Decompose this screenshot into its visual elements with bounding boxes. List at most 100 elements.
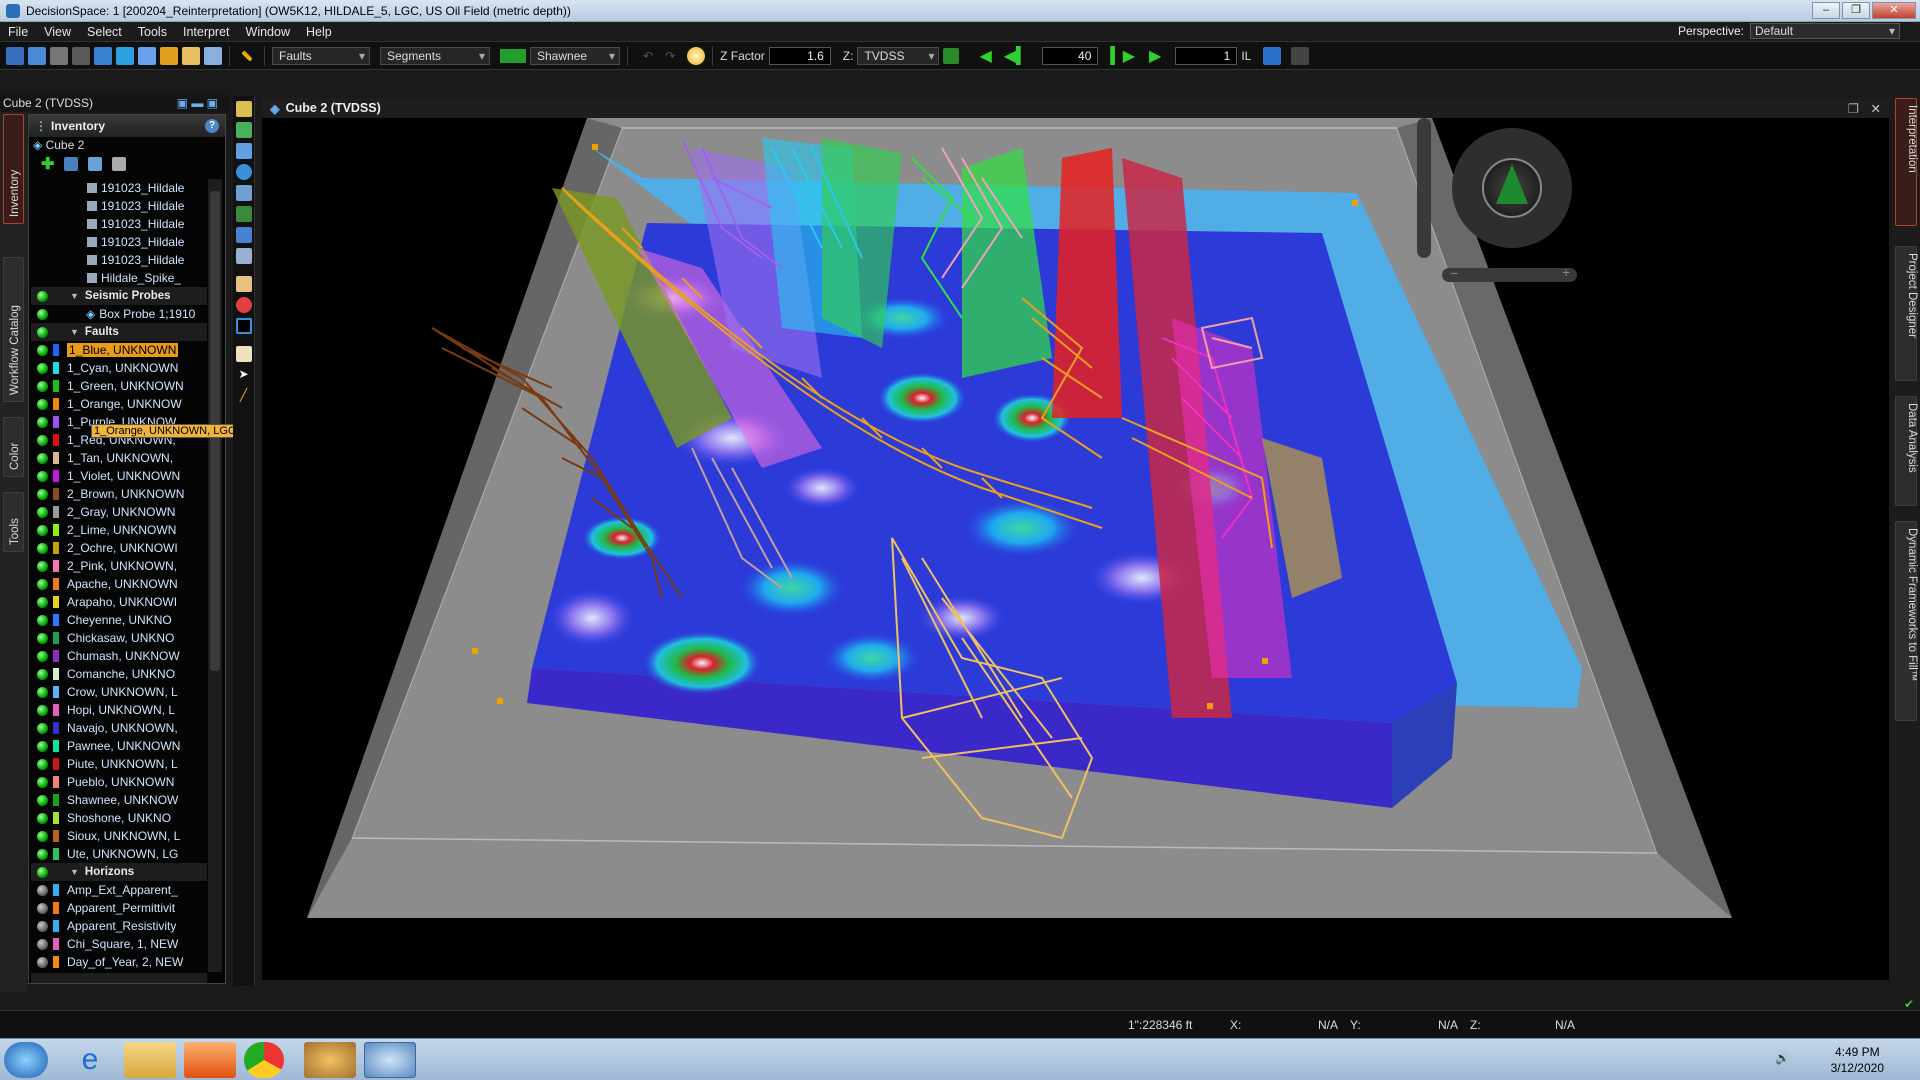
tree-subitem[interactable]: 191023_Hildale (31, 251, 207, 269)
tree-item[interactable]: 2_Lime, UNKNOWN (31, 521, 207, 539)
visibility-toggle-icon[interactable] (37, 416, 48, 428)
visibility-toggle-icon[interactable] (37, 362, 48, 374)
frame-icon[interactable] (235, 318, 252, 334)
tab-inventory[interactable]: Inventory (3, 114, 24, 224)
color-swatch[interactable] (53, 470, 59, 482)
menu-interpret[interactable]: Interpret (175, 25, 238, 39)
color-swatch[interactable] (53, 614, 59, 626)
start-button[interactable] (4, 1042, 48, 1078)
volume-icon[interactable]: 🔊 (1775, 1051, 1790, 1065)
visibility-toggle-icon[interactable] (37, 614, 48, 626)
color-swatch[interactable] (53, 524, 59, 536)
navigation-widget[interactable]: − + (1412, 118, 1582, 308)
hand-icon[interactable] (235, 346, 252, 362)
color-swatch[interactable] (53, 722, 59, 734)
visibility-toggle-icon[interactable] (37, 290, 48, 302)
decisionspace-task-icon[interactable] (364, 1042, 416, 1078)
color-swatch[interactable] (53, 938, 59, 950)
visibility-toggle-icon[interactable] (37, 596, 48, 608)
visibility-toggle-icon[interactable] (37, 542, 48, 554)
light-icon[interactable] (687, 46, 706, 65)
perspective-select[interactable]: Default (1750, 23, 1900, 39)
tree-item[interactable]: Piute, UNKNOWN, L (31, 755, 207, 773)
step-forward-icon[interactable]: ▍▶ (1110, 46, 1135, 66)
tree-item[interactable]: Shawnee, UNKNOW (31, 791, 207, 809)
tree-item[interactable]: 2_Pink, UNKNOWN, (31, 557, 207, 575)
print-icon[interactable] (72, 46, 90, 65)
play-icon[interactable]: ▶ (1149, 46, 1161, 66)
view-side-icon[interactable] (235, 206, 252, 222)
z-domain-select[interactable]: TVDSS (857, 46, 940, 65)
tree-item[interactable]: 1_Orange, UNKNOW (31, 395, 207, 413)
tree-item[interactable]: Cheyenne, UNKNO (31, 611, 207, 629)
tree-item[interactable]: Shoshone, UNKNO (31, 809, 207, 827)
color-swatch[interactable] (53, 776, 59, 788)
globe-icon[interactable] (116, 46, 134, 65)
annotate-icon[interactable] (235, 276, 252, 292)
color-swatch[interactable] (53, 506, 59, 518)
tree-item[interactable]: 1_Cyan, UNKNOWN (31, 359, 207, 377)
tree-item[interactable]: Sioux, UNKNOWN, L (31, 827, 207, 845)
visibility-toggle-icon[interactable] (37, 668, 48, 680)
collapse-icon[interactable] (112, 157, 127, 171)
color-swatch[interactable] (53, 434, 59, 446)
visibility-toggle-icon[interactable] (37, 452, 48, 464)
tab-dynamic-frameworks[interactable]: Dynamic Frameworks to Fill™ (1895, 521, 1918, 721)
visibility-toggle-icon[interactable] (37, 308, 48, 320)
visibility-toggle-icon[interactable] (37, 830, 48, 842)
chrome-icon[interactable] (244, 1042, 284, 1078)
color-swatch[interactable] (53, 794, 59, 806)
color-swatch[interactable] (53, 362, 59, 374)
visibility-toggle-icon[interactable] (37, 506, 48, 518)
color-swatch[interactable] (53, 488, 59, 500)
tree-item[interactable]: Pawnee, UNKNOWN (31, 737, 207, 755)
close-button[interactable]: ✕ (1872, 2, 1916, 19)
tree-item[interactable]: 1_Blue, UNKNOWN (31, 341, 207, 359)
tree-section[interactable]: ▼ Seismic Probes (31, 287, 207, 305)
tree-item[interactable]: Chickasaw, UNKNO (31, 629, 207, 647)
visibility-toggle-icon[interactable] (37, 632, 48, 644)
tab-interpretation[interactable]: Interpretation (1895, 98, 1918, 226)
visibility-toggle-icon[interactable] (37, 560, 48, 572)
home-view-icon[interactable] (235, 248, 252, 264)
scene-graphic[interactable] (262, 118, 1889, 980)
fit-icon[interactable] (943, 47, 960, 64)
menu-file[interactable]: File (0, 25, 36, 39)
step-back-icon[interactable]: ◀▍ (1004, 46, 1029, 66)
tree-item[interactable]: Comanche, UNKNO (31, 665, 207, 683)
pointer-icon[interactable]: ➤ (236, 367, 252, 383)
menu-tools[interactable]: Tools (130, 25, 175, 39)
color-swatch[interactable] (53, 650, 59, 662)
panel-controls-icon[interactable]: ▣ ▬ ▣ (177, 95, 218, 112)
visibility-toggle-icon[interactable] (37, 434, 48, 446)
tree-item[interactable]: 1_Violet, UNKNOWN (31, 467, 207, 485)
fault-color-swatch[interactable] (500, 48, 526, 63)
undo-icon[interactable]: ↶ (643, 49, 653, 63)
color-swatch[interactable] (53, 578, 59, 590)
tree-subitem[interactable]: 191023_Hildale (31, 197, 207, 215)
visibility-toggle-icon[interactable] (37, 866, 48, 878)
tree-item[interactable]: Chi_Square, 1, NEW (31, 935, 207, 953)
expand-triangle-icon[interactable]: ▼ (70, 291, 79, 301)
zoom-slider[interactable] (1442, 268, 1577, 282)
step-input[interactable]: 1 (1175, 46, 1238, 65)
tree-probe[interactable]: ◈ Box Probe 1;1910 (31, 305, 207, 323)
pencil-icon[interactable] (241, 49, 253, 62)
tree-item[interactable]: 2_Gray, UNKNOWN (31, 503, 207, 521)
tree-subitem[interactable]: 191023_Hildale (31, 179, 207, 197)
box-icon[interactable] (182, 46, 200, 65)
first-frame-icon[interactable]: ◀ (979, 46, 991, 66)
color-swatch[interactable] (53, 596, 59, 608)
tree-item[interactable]: Crow, UNKNOWN, L (31, 683, 207, 701)
monitor-icon[interactable] (204, 46, 222, 65)
zoom-in-icon[interactable]: + (1562, 264, 1570, 280)
visibility-toggle-icon[interactable] (37, 920, 48, 932)
tree-subitem[interactable]: 191023_Hildale (31, 233, 207, 251)
color-swatch[interactable] (53, 632, 59, 644)
menu-select[interactable]: Select (79, 25, 130, 39)
menu-window[interactable]: Window (238, 25, 298, 39)
paint-icon[interactable] (304, 1042, 356, 1078)
tree-item[interactable]: Pueblo, UNKNOWN (31, 773, 207, 791)
object-type-select[interactable]: Faults (272, 46, 370, 65)
color-swatch[interactable] (53, 812, 59, 824)
